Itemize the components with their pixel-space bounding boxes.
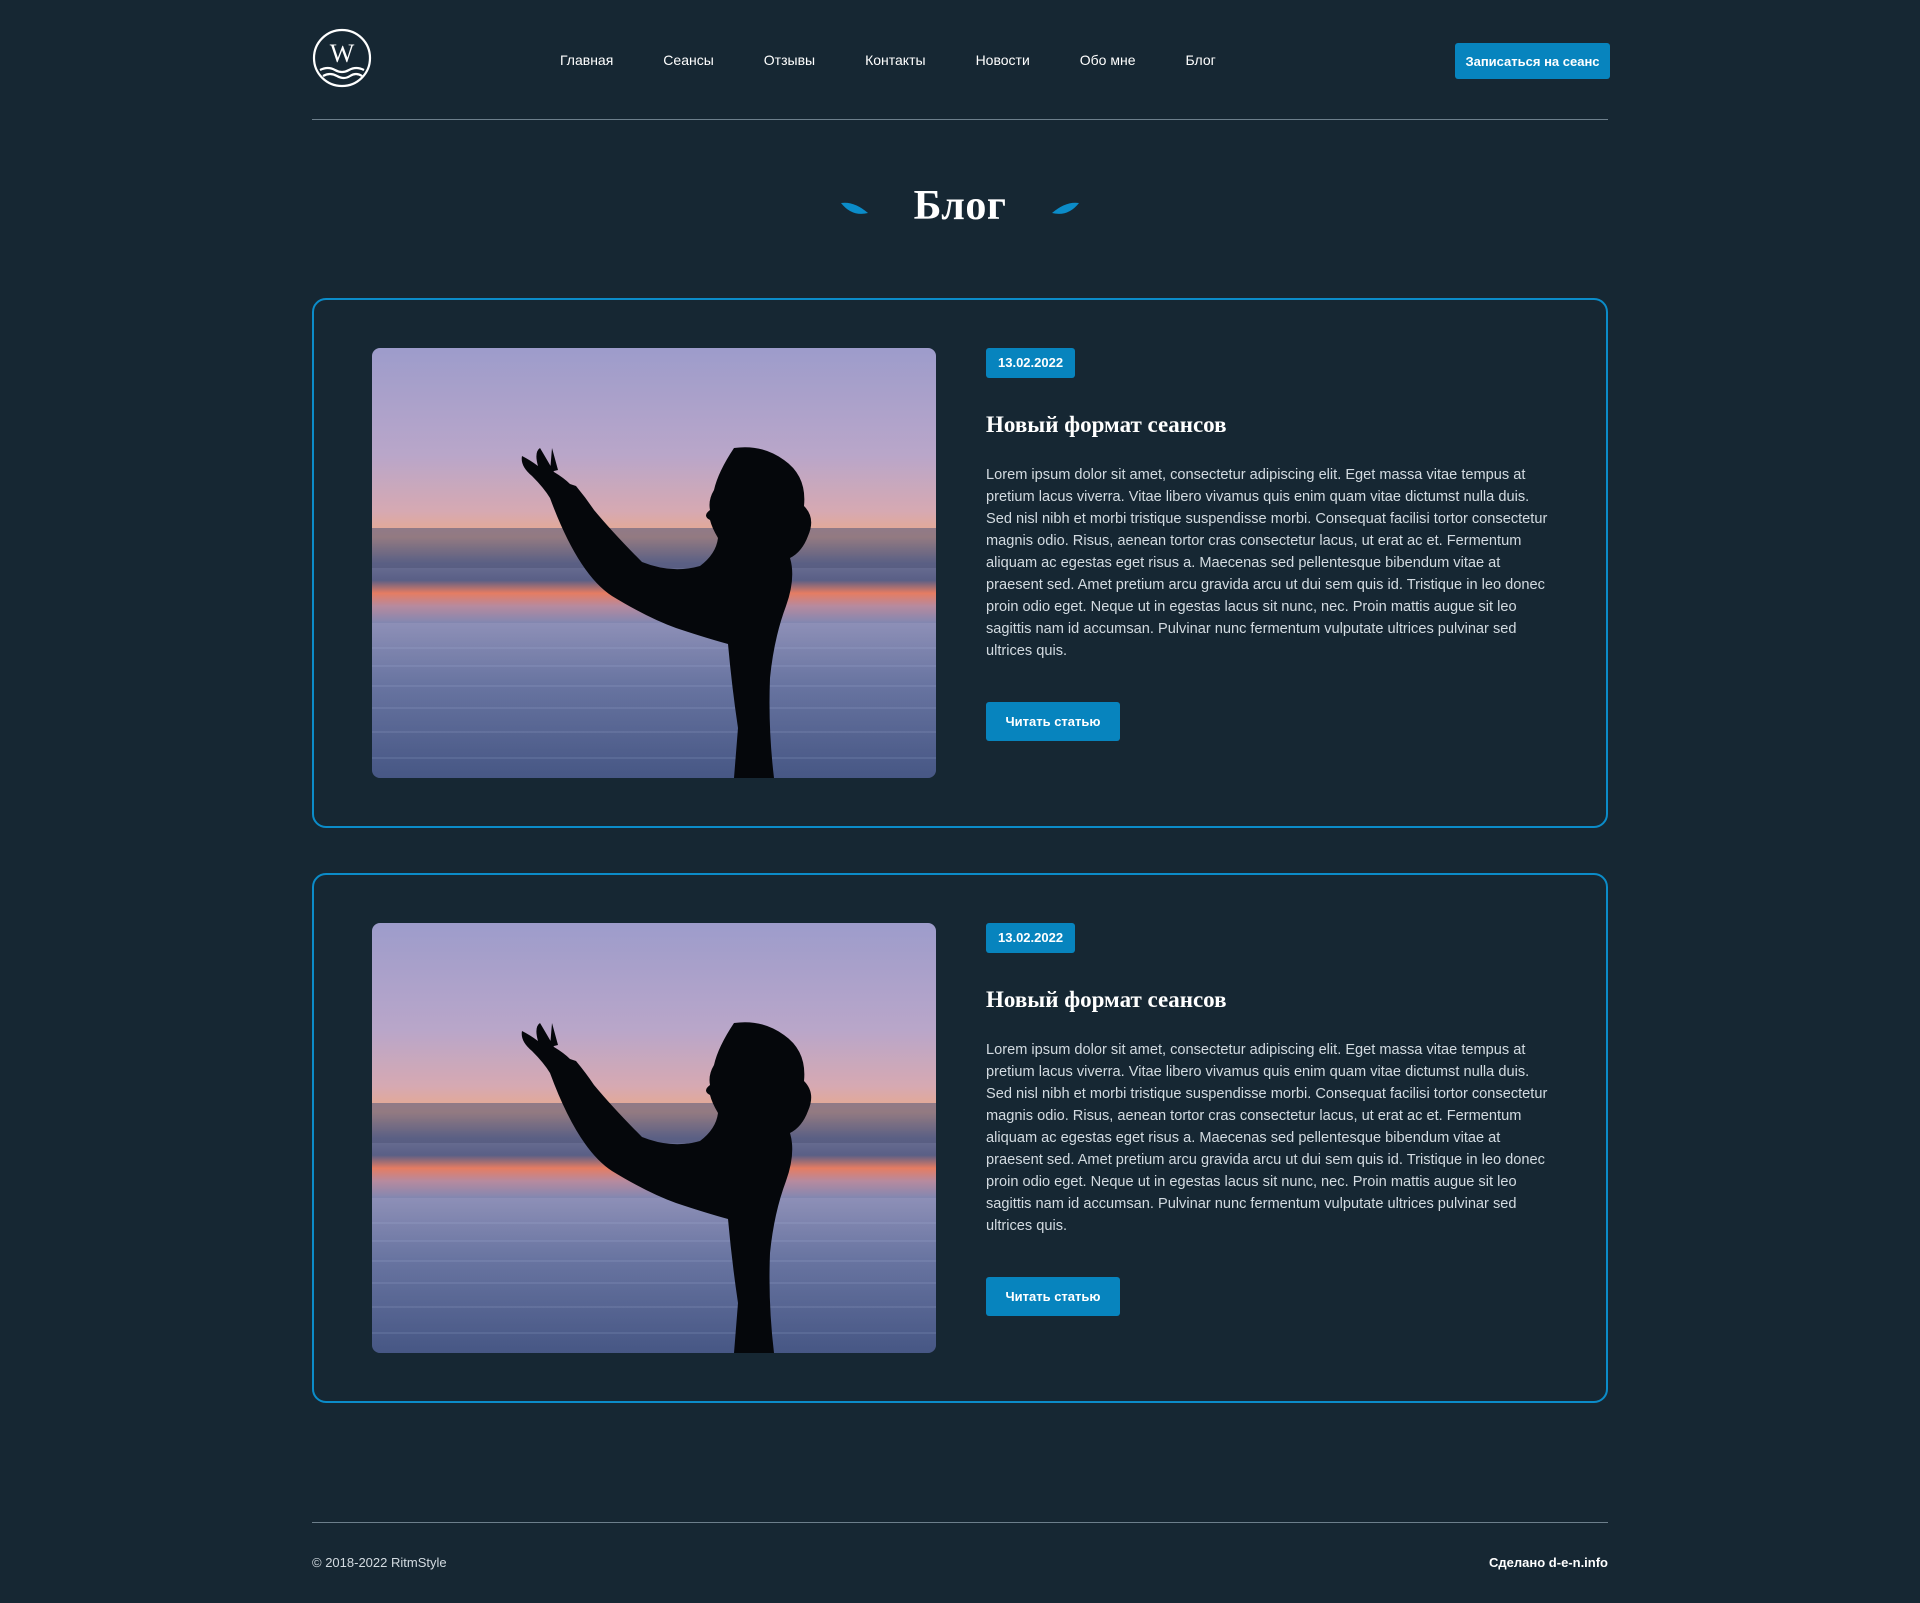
blog-post-card: 13.02.2022 Новый формат сеансов Lorem ip… (312, 298, 1608, 828)
leaf-left-icon (841, 202, 868, 214)
nav-item-reviews[interactable]: Отзывы (764, 52, 815, 68)
post-body: 13.02.2022 Новый формат сеансов Lorem ip… (986, 348, 1548, 741)
blog-post-card: 13.02.2022 Новый формат сеансов Lorem ip… (312, 873, 1608, 1403)
nav-item-about[interactable]: Обо мне (1080, 52, 1136, 68)
post-image[interactable] (372, 923, 936, 1353)
copyright-text: © 2018-2022 RitmStyle (312, 1555, 447, 1570)
post-body: 13.02.2022 Новый формат сеансов Lorem ip… (986, 923, 1548, 1316)
main-nav: Главная Сеансы Отзывы Контакты Новости О… (560, 52, 1216, 68)
post-title[interactable]: Новый формат сеансов (986, 985, 1546, 1015)
post-date: 13.02.2022 (986, 923, 1076, 953)
nav-item-home[interactable]: Главная (560, 52, 613, 68)
nav-item-sessions[interactable]: Сеансы (663, 52, 713, 68)
developer-link[interactable]: Сделано d-e-n.info (1489, 1555, 1608, 1570)
nav-item-contacts[interactable]: Контакты (865, 52, 925, 68)
read-article-button[interactable]: Читать статью (986, 1277, 1120, 1316)
read-article-button[interactable]: Читать статью (986, 702, 1120, 741)
logo-icon[interactable]: W (312, 28, 372, 90)
nav-item-news[interactable]: Новости (976, 52, 1030, 68)
site-footer: © 2018-2022 RitmStyle Сделано d-e-n.info (312, 1522, 1608, 1582)
nav-item-blog[interactable]: Блог (1186, 52, 1216, 68)
svg-text:W: W (330, 39, 355, 68)
post-excerpt: Lorem ipsum dolor sit amet, consectetur … (986, 1042, 1548, 1234)
book-session-button[interactable]: Записаться на сеанс (1455, 43, 1610, 79)
page-title: Блог (913, 183, 1007, 229)
post-date: 13.02.2022 (986, 348, 1076, 378)
post-image[interactable] (372, 348, 936, 778)
leaf-right-icon (1052, 202, 1079, 214)
post-title[interactable]: Новый формат сеансов (986, 410, 1546, 440)
site-header: W Главная Сеансы Отзывы Контакты Новости… (312, 26, 1610, 120)
page-title-section: Блог (0, 176, 1920, 236)
post-excerpt: Lorem ipsum dolor sit amet, consectetur … (986, 467, 1548, 659)
